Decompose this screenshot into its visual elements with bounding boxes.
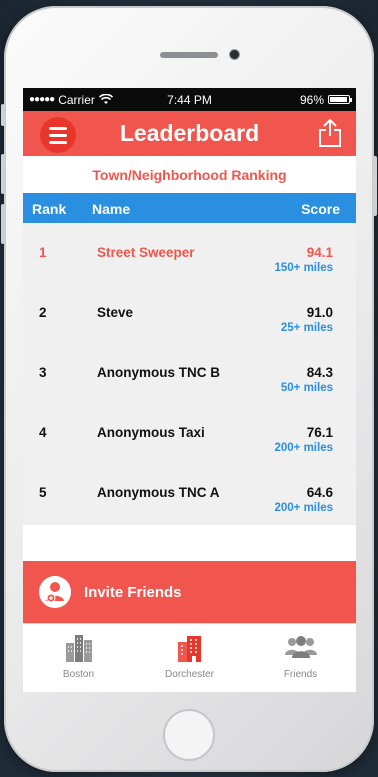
- row-score: 91.0: [306, 305, 333, 320]
- table-row[interactable]: 3 Anonymous TNC B 84.3 50+ miles: [23, 347, 356, 407]
- row-name: Anonymous TNC B: [97, 365, 220, 380]
- row-score: 94.1: [306, 245, 333, 260]
- nav-bar: Leaderboard: [23, 111, 356, 156]
- home-button[interactable]: [163, 709, 215, 761]
- mute-switch: [1, 104, 5, 126]
- app-screen: ●●●●● Carrier 7:44 PM 96% Leaderboard To…: [23, 88, 356, 692]
- row-score: 64.6: [306, 485, 333, 500]
- row-score: 76.1: [306, 425, 333, 440]
- tab-boston[interactable]: Boston: [23, 624, 134, 685]
- tab-label: Boston: [62, 669, 95, 680]
- volume-up-button: [1, 154, 5, 194]
- tab-dorchester[interactable]: Dorchester: [134, 624, 245, 685]
- tab-bar: Boston Dorchester Friends: [23, 623, 356, 685]
- column-score: Score: [301, 201, 340, 217]
- page-title: Leaderboard: [119, 120, 260, 146]
- row-rank: 5: [39, 485, 47, 500]
- building-icon: [177, 636, 201, 662]
- list-spacer: [23, 525, 356, 561]
- power-button: [373, 156, 377, 216]
- row-name: Steve: [97, 305, 134, 320]
- ranking-subheader: Town/Neighborhood Ranking: [92, 166, 287, 183]
- row-rank: 3: [39, 365, 47, 380]
- tab-label: Friends: [283, 669, 318, 680]
- buildings-icon: [65, 635, 92, 662]
- row-miles: 50+ miles: [280, 382, 333, 394]
- tab-friends[interactable]: Friends: [245, 624, 356, 685]
- share-icon[interactable]: [318, 118, 342, 148]
- table-row[interactable]: 4 Anonymous Taxi 76.1 200+ miles: [23, 407, 356, 467]
- row-name: Anonymous Taxi: [97, 425, 205, 440]
- row-score: 84.3: [306, 365, 333, 380]
- row-miles: 200+ miles: [274, 502, 333, 514]
- row-rank: 1: [39, 245, 47, 260]
- add-user-icon: [39, 576, 71, 608]
- table-header: Rank Name Score: [23, 193, 356, 223]
- volume-down-button: [1, 204, 5, 244]
- column-rank: Rank: [32, 201, 67, 217]
- table-row[interactable]: 2 Steve 91.0 25+ miles: [23, 287, 356, 347]
- column-name: Name: [92, 201, 131, 217]
- row-rank: 4: [39, 425, 47, 440]
- row-miles: 150+ miles: [274, 262, 333, 274]
- row-name: Street Sweeper: [97, 245, 195, 260]
- row-name: Anonymous TNC A: [97, 485, 220, 500]
- earpiece-speaker: [160, 52, 218, 58]
- table-row[interactable]: 5 Anonymous TNC A 64.6 200+ miles: [23, 467, 356, 527]
- battery-icon: [328, 95, 352, 104]
- group-icon: [284, 636, 317, 658]
- leaderboard-list: 1 Street Sweeper 94.1 150+ miles 2 Steve…: [23, 223, 356, 525]
- invite-friends-button[interactable]: Invite Friends: [23, 561, 356, 623]
- row-rank: 2: [39, 305, 47, 320]
- row-miles: 25+ miles: [280, 322, 333, 334]
- row-miles: 200+ miles: [274, 442, 333, 454]
- tab-label: Dorchester: [165, 669, 214, 680]
- invite-friends-label: Invite Friends: [84, 584, 182, 601]
- clock: 7:44 PM: [167, 93, 212, 107]
- front-camera: [230, 50, 239, 59]
- status-bar: ●●●●● Carrier 7:44 PM 96%: [23, 88, 356, 111]
- table-row[interactable]: 1 Street Sweeper 94.1 150+ miles: [23, 227, 356, 287]
